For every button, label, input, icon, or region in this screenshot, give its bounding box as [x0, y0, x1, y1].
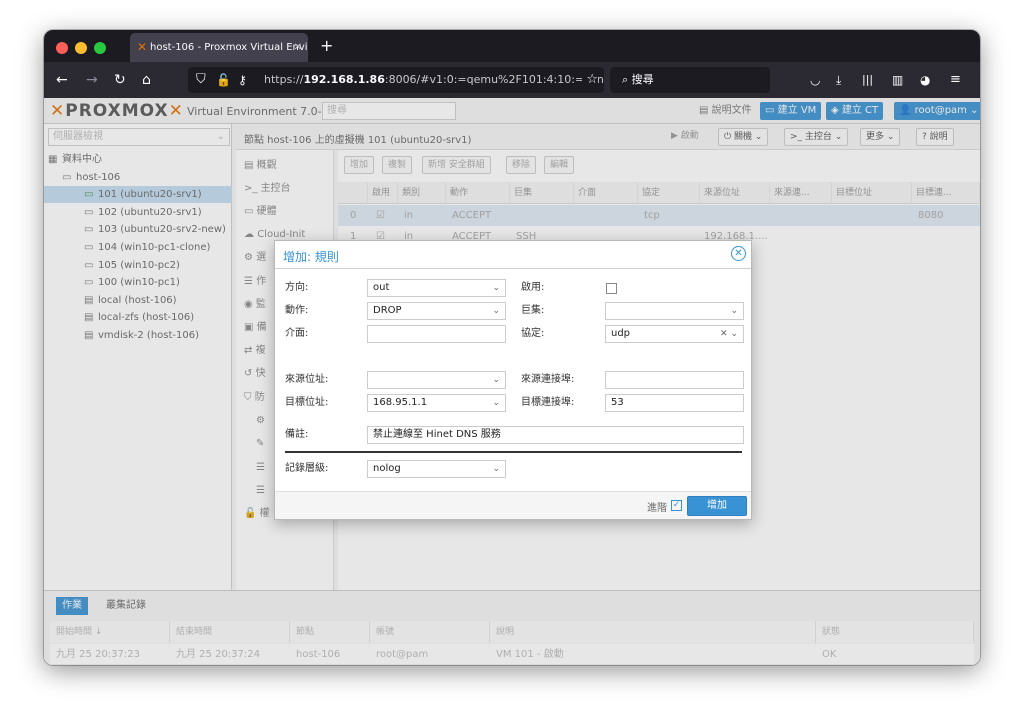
url-path: :8006/#v1:0:=qemu%2F101:4:10:=content — [384, 73, 604, 86]
chevron-down-icon: ⌄ — [492, 464, 500, 474]
clear-chevron-icon: ✕ ⌄ — [720, 329, 738, 339]
url-bar[interactable]: ⛉ 🔓 ⚷ https://192.168.1.86:8006/#v1:0:=q… — [188, 67, 604, 93]
download-icon[interactable]: ⤓ — [836, 71, 841, 89]
sidebar-icon[interactable]: ▥ — [892, 71, 903, 89]
new-tab-button[interactable]: + — [320, 36, 333, 55]
enable-label: 啟用: — [521, 282, 545, 293]
bookmark-star-icon[interactable]: ☆ — [582, 67, 598, 93]
dest-select[interactable]: 168.95.1.1 ⌄ — [367, 394, 506, 412]
source-port-label: 來源連接埠: — [521, 374, 575, 385]
dest-port-input[interactable]: 53 — [605, 394, 744, 412]
enable-checkbox[interactable] — [606, 283, 617, 294]
add-button[interactable]: 增加 — [687, 496, 747, 516]
comment-label: 備註: — [285, 429, 309, 440]
search-bar[interactable]: ⌕ 搜尋 — [610, 67, 770, 93]
proto-label: 協定: — [521, 328, 545, 339]
comment-input[interactable]: 禁止連線至 Hinet DNS 服務 — [367, 426, 744, 444]
macro-select[interactable]: ⌄ — [605, 302, 744, 320]
dest-port-label: 目標連接埠: — [521, 397, 575, 408]
direction-label: 方向: — [285, 282, 309, 293]
chevron-down-icon: ⌄ — [730, 306, 738, 316]
account-icon[interactable]: ◕ — [920, 71, 930, 89]
zoom-window-button[interactable] — [94, 42, 106, 54]
home-icon[interactable]: ⌂ — [142, 71, 151, 89]
chevron-down-icon: ⌄ — [492, 375, 500, 385]
minimize-window-button[interactable] — [75, 42, 87, 54]
action-label: 動作: — [285, 305, 309, 316]
close-window-button[interactable] — [56, 42, 68, 54]
chevron-down-icon: ⌄ — [492, 306, 500, 316]
dest-label: 目標位址: — [285, 397, 329, 408]
url-host: 192.168.1.86 — [303, 73, 385, 86]
add-rule-dialog: 增加: 規則 ✕ 方向: out ⌄ 啟用: 動作: DROP ⌄ 巨集: ⌄ 介面… — [274, 240, 752, 520]
advanced-separator — [285, 451, 742, 453]
close-icon[interactable]: ✕ — [731, 246, 746, 261]
source-port-input[interactable] — [605, 371, 744, 389]
source-label: 來源位址: — [285, 374, 329, 385]
forward-icon[interactable]: → — [86, 71, 98, 89]
dialog-title: 增加: 規則 — [283, 250, 339, 264]
action-select[interactable]: DROP ⌄ — [367, 302, 506, 320]
browser-navbar: ← → ↻ ⌂ ⛉ 🔓 ⚷ https://192.168.1.86:8006/… — [44, 62, 980, 98]
dialog-footer: 進階 ✓ 增加 — [275, 491, 751, 519]
insecure-lock-icon[interactable]: 🔓 — [216, 67, 231, 93]
library-icon[interactable]: ||| — [862, 71, 873, 89]
macro-label: 巨集: — [521, 305, 545, 316]
search-icon: ⌕ — [622, 73, 632, 86]
log-level-label: 記錄層級: — [285, 463, 329, 474]
url-prefix: https:// — [264, 73, 304, 86]
pocket-icon[interactable]: ◡ — [810, 71, 820, 89]
search-text: 搜尋 — [631, 73, 654, 86]
browser-tab[interactable]: ✕ host-106 - Proxmox Virtual Envir ✕ — [130, 33, 308, 62]
chevron-down-icon: ⌄ — [492, 283, 500, 293]
direction-select[interactable]: out ⌄ — [367, 279, 506, 297]
browser-window: ✕ host-106 - Proxmox Virtual Envir ✕ + ←… — [44, 30, 980, 665]
advanced-checkbox[interactable]: ✓ — [671, 500, 682, 511]
iface-label: 介面: — [285, 328, 309, 339]
proto-select[interactable]: udp ✕ ⌄ — [605, 325, 744, 343]
source-select[interactable]: ⌄ — [367, 371, 506, 389]
shield-icon[interactable]: ⛉ — [196, 67, 206, 93]
browser-tabbar: ✕ host-106 - Proxmox Virtual Envir ✕ + — [44, 30, 980, 62]
tab-close-icon[interactable]: ✕ — [294, 33, 302, 62]
key-icon[interactable]: ⚷ — [238, 67, 247, 93]
iface-input[interactable] — [367, 325, 506, 343]
tab-title: host-106 - Proxmox Virtual Envir — [150, 42, 308, 53]
back-icon[interactable]: ← — [56, 71, 68, 89]
menu-icon[interactable]: ≡ — [950, 71, 961, 89]
proxmox-favicon-icon: ✕ — [137, 40, 148, 54]
proxmox-app: ✕PROXMOX✕ Virtual Environment 7.0-11 搜尋 … — [44, 98, 980, 665]
advanced-label: 進階 — [647, 503, 667, 514]
reload-icon[interactable]: ↻ — [114, 71, 126, 89]
chevron-down-icon: ⌄ — [492, 398, 500, 408]
dialog-header: 增加: 規則 ✕ — [275, 241, 751, 269]
log-level-select[interactable]: nolog ⌄ — [367, 460, 506, 478]
